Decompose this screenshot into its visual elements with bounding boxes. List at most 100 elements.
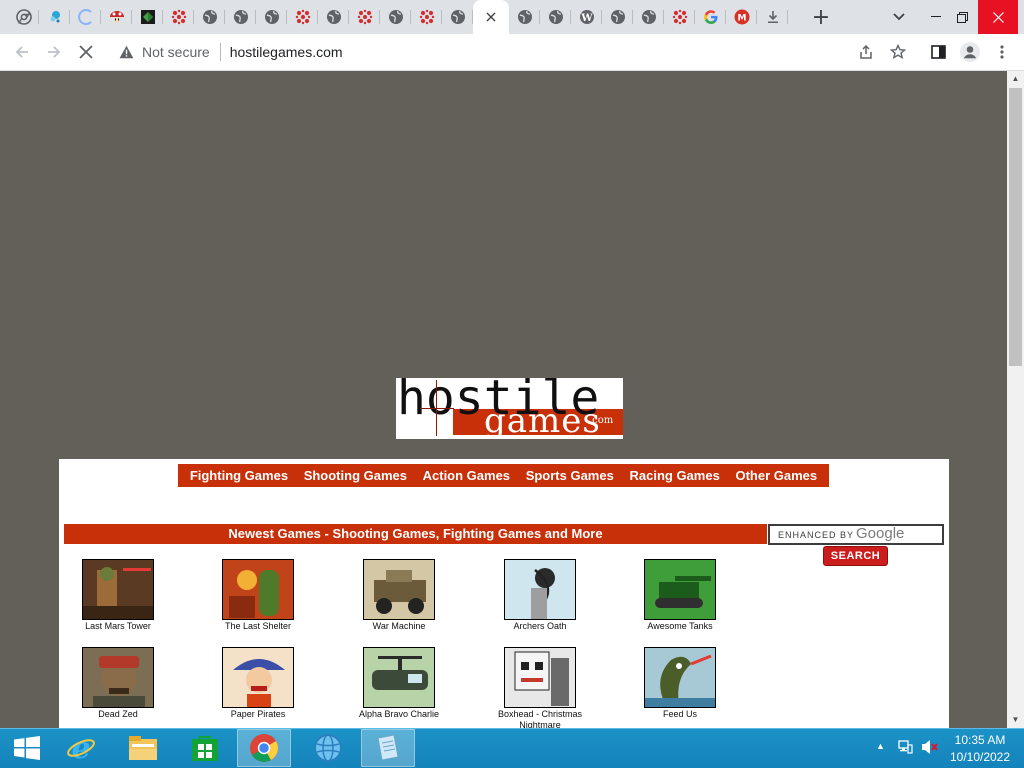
browser-tab[interactable]	[602, 0, 633, 34]
game-card[interactable]: The Last Shelter	[203, 559, 313, 632]
clock-time[interactable]: 10:35 AM	[944, 733, 1016, 747]
browser-tab[interactable]	[287, 0, 318, 34]
tab-active[interactable]	[473, 0, 509, 34]
volume-muted-icon[interactable]	[921, 739, 939, 760]
tab-search-button[interactable]	[886, 0, 912, 34]
restore-button[interactable]	[947, 0, 977, 34]
game-title-link[interactable]: Last Mars Tower	[63, 621, 173, 632]
site-logo[interactable]: hostile games .com	[396, 378, 623, 439]
tray-overflow-chevron-icon[interactable]: ▲	[876, 741, 885, 751]
browser-tab[interactable]	[442, 0, 473, 34]
game-card[interactable]: Last Mars Tower	[63, 559, 173, 632]
game-title-link[interactable]: Boxhead - Christmas Nightmare	[485, 709, 595, 728]
clock-date[interactable]: 10/10/2022	[944, 750, 1016, 764]
browser-tab[interactable]	[633, 0, 664, 34]
file-explorer-icon	[129, 736, 157, 760]
back-button[interactable]	[10, 40, 34, 64]
browser-tab[interactable]	[8, 0, 39, 34]
forward-button[interactable]	[42, 40, 66, 64]
game-card[interactable]: Dead Zed	[63, 647, 173, 720]
scroll-thumb[interactable]	[1009, 88, 1022, 366]
game-title-link[interactable]: Alpha Bravo Charlie	[344, 709, 454, 720]
nav-link-sports-games[interactable]: Sports Games	[526, 468, 614, 483]
taskbar-notepad[interactable]	[361, 729, 415, 767]
game-thumbnail[interactable]	[82, 559, 154, 620]
vertical-scrollbar[interactable]: ▲ ▼	[1007, 71, 1024, 728]
close-window-button[interactable]	[978, 0, 1018, 34]
game-thumbnail[interactable]	[504, 559, 576, 620]
browser-tab[interactable]	[256, 0, 287, 34]
game-title-link[interactable]: Archers Oath	[485, 621, 595, 632]
game-thumbnail[interactable]	[363, 559, 435, 620]
game-card[interactable]: Paper Pirates	[203, 647, 313, 720]
game-title-link[interactable]: Paper Pirates	[203, 709, 313, 720]
browser-tab[interactable]	[509, 0, 540, 34]
site-search-input[interactable]: ENHANCED BY Google	[768, 524, 944, 545]
game-title-link[interactable]: Dead Zed	[63, 709, 173, 720]
taskbar-browser-globe[interactable]	[301, 729, 355, 767]
browser-tab[interactable]	[540, 0, 571, 34]
browser-tab[interactable]	[194, 0, 225, 34]
new-tab-button[interactable]: +	[806, 0, 836, 34]
game-title-link[interactable]: War Machine	[344, 621, 454, 632]
close-icon[interactable]	[483, 9, 499, 25]
start-button[interactable]	[0, 729, 54, 767]
game-title-link[interactable]: Feed Us	[625, 709, 735, 720]
browser-tab[interactable]	[225, 0, 256, 34]
red-dots-icon	[419, 9, 435, 25]
warning-triangle-icon[interactable]	[118, 44, 134, 60]
nav-link-fighting-games[interactable]: Fighting Games	[190, 468, 288, 483]
taskbar-store[interactable]	[178, 729, 232, 767]
bookmark-button[interactable]	[886, 40, 910, 64]
browser-tab[interactable]	[411, 0, 442, 34]
browser-tab[interactable]	[163, 0, 194, 34]
taskbar-file-explorer[interactable]	[116, 729, 170, 767]
browser-tab[interactable]	[380, 0, 411, 34]
scroll-up-arrow-icon[interactable]: ▲	[1007, 71, 1024, 87]
game-thumbnail[interactable]	[222, 559, 294, 620]
browser-tab[interactable]: M	[726, 0, 757, 34]
game-title-link[interactable]: Awesome Tanks	[625, 621, 735, 632]
game-thumbnail[interactable]	[504, 647, 576, 708]
nav-link-other-games[interactable]: Other Games	[735, 468, 817, 483]
globe-icon	[264, 9, 280, 25]
taskbar-internet-explorer[interactable]: e	[54, 729, 108, 767]
game-thumbnail[interactable]	[363, 647, 435, 708]
taskbar-chrome[interactable]	[237, 729, 291, 767]
game-title-link[interactable]: The Last Shelter	[203, 621, 313, 632]
side-panel-button[interactable]	[926, 40, 950, 64]
browser-tab[interactable]	[757, 0, 788, 34]
game-card[interactable]: Archers Oath	[485, 559, 595, 632]
browser-tab[interactable]	[318, 0, 349, 34]
browser-tab[interactable]	[101, 0, 132, 34]
browser-tab[interactable]: W	[571, 0, 602, 34]
game-card[interactable]: Feed Us	[625, 647, 735, 720]
nav-link-action-games[interactable]: Action Games	[423, 468, 510, 483]
profile-button[interactable]	[958, 40, 982, 64]
game-thumbnail[interactable]	[644, 559, 716, 620]
network-icon[interactable]	[897, 739, 913, 760]
game-card[interactable]: War Machine	[344, 559, 454, 632]
nav-link-shooting-games[interactable]: Shooting Games	[304, 468, 407, 483]
browser-tab[interactable]	[70, 0, 101, 34]
browser-tab[interactable]	[132, 0, 163, 34]
nav-link-racing-games[interactable]: Racing Games	[629, 468, 719, 483]
game-card[interactable]: Alpha Bravo Charlie	[344, 647, 454, 720]
browser-tab[interactable]	[695, 0, 726, 34]
search-button[interactable]: SEARCH	[823, 546, 888, 566]
browser-tab[interactable]	[664, 0, 695, 34]
browser-tab[interactable]	[39, 0, 70, 34]
security-label[interactable]: Not secure	[142, 44, 210, 60]
game-thumbnail[interactable]	[644, 647, 716, 708]
address-bar[interactable]: Not secure hostilegames.com	[109, 37, 919, 67]
scroll-down-arrow-icon[interactable]: ▼	[1007, 712, 1024, 728]
game-card[interactable]: Awesome Tanks	[625, 559, 735, 632]
share-button[interactable]	[854, 40, 878, 64]
game-thumbnail[interactable]	[82, 647, 154, 708]
game-thumbnail[interactable]	[222, 647, 294, 708]
stop-loading-button[interactable]	[74, 40, 98, 64]
url-text[interactable]: hostilegames.com	[230, 44, 343, 60]
game-card[interactable]: Boxhead - Christmas Nightmare	[485, 647, 595, 728]
browser-menu-button[interactable]	[990, 40, 1014, 64]
browser-tab[interactable]	[349, 0, 380, 34]
